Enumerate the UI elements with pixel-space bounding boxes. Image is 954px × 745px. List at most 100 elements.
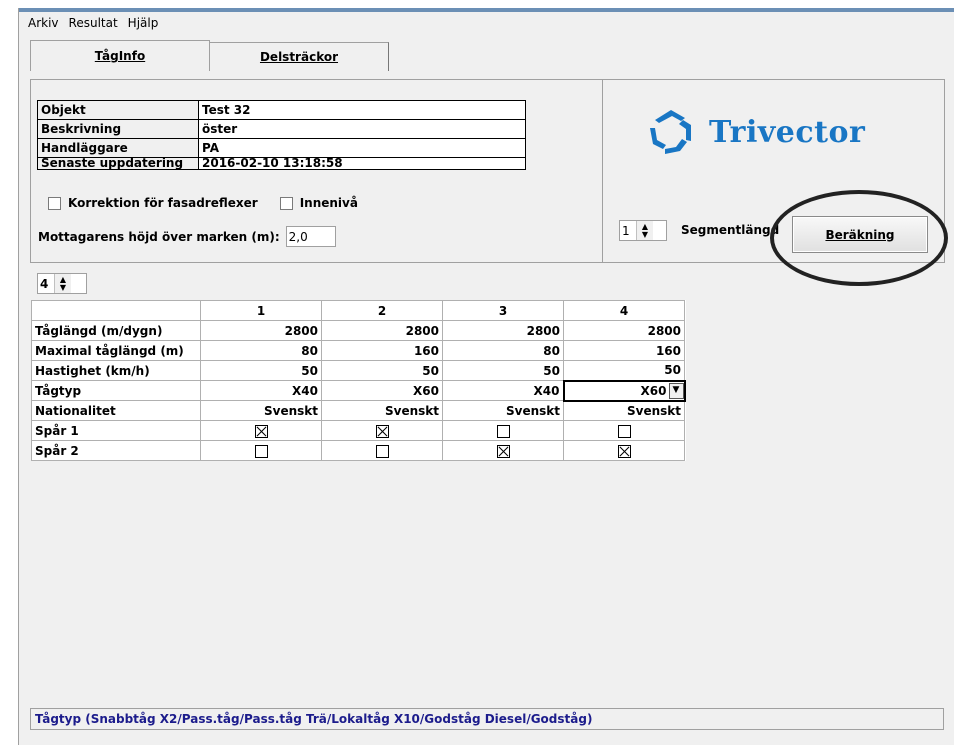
tab-taginfo-label: TågInfo <box>94 49 146 63</box>
grid-cell <box>442 420 564 441</box>
table-row: Spår 1 <box>31 420 685 441</box>
spin-arrows-icon[interactable]: ▲ ▼ <box>54 274 71 293</box>
grid-cell[interactable]: 2800 <box>321 320 443 341</box>
info-row: Handläggare PA <box>37 138 526 158</box>
train-count-value: 4 <box>40 277 49 291</box>
grid-cell <box>321 420 443 441</box>
tab-taginfo[interactable]: TågInfo <box>30 40 210 71</box>
column-header: 1 <box>200 300 322 321</box>
spar2-checkbox[interactable] <box>617 444 631 458</box>
objekt-field[interactable]: Test 32 <box>198 100 526 120</box>
grid-cell[interactable]: Svenskt <box>563 400 685 421</box>
row-header: Hastighet (km/h) <box>31 360 201 381</box>
row-header: Tåglängd (m/dygn) <box>31 320 201 341</box>
grid-cell[interactable]: 160 <box>563 340 685 361</box>
spar1-checkbox[interactable] <box>375 424 389 438</box>
info-label-objekt: Objekt <box>37 100 199 120</box>
height-row: Mottagarens höjd över marken (m): 2,0 <box>38 226 336 247</box>
status-text: Tågtyp (Snabbtåg X2/Pass.tåg/Pass.tåg Tr… <box>35 712 593 726</box>
spin-arrows-icon[interactable]: ▲ ▼ <box>636 221 653 240</box>
menu-hjalp[interactable]: Hjälp <box>123 16 164 30</box>
table-row: Maximal tåglängd (m) 80 160 80 160 <box>31 340 685 361</box>
beskrivning-field[interactable]: öster <box>198 119 526 139</box>
table-row: Tågtyp X40 X60 X40 X60 ▼ <box>31 379 686 402</box>
korrektion-label: Korrektion för fasadreflexer <box>68 196 258 210</box>
info-label-handlaggare: Handläggare <box>37 138 199 158</box>
dropdown-arrow-icon[interactable]: ▼ <box>668 382 684 399</box>
grid-cell[interactable]: Svenskt <box>200 400 322 421</box>
table-row: Nationalitet Svenskt Svenskt Svenskt Sve… <box>31 400 685 421</box>
column-header: 2 <box>321 300 443 321</box>
spar2-checkbox[interactable] <box>496 444 510 458</box>
uppdatering-field: 2016-02-10 13:18:58 <box>198 157 526 170</box>
select-wrapper: X60 ▼ <box>568 382 684 399</box>
info-row: Beskrivning öster <box>37 119 526 139</box>
row-header: Spår 1 <box>31 420 201 441</box>
grid-cell[interactable]: 50 <box>442 360 564 381</box>
grid-cell[interactable]: 50 <box>200 360 322 381</box>
calculate-button[interactable]: Beräkning <box>792 216 928 253</box>
trivector-logo: Trivector <box>645 107 865 157</box>
korrektion-checkbox[interactable] <box>48 196 61 210</box>
table-row: Tåglängd (m/dygn) 2800 2800 2800 2800 <box>31 320 685 341</box>
info-label-uppdatering: Senaste uppdatering <box>37 157 199 170</box>
tab-delstrackor[interactable]: Delsträckor <box>210 42 389 71</box>
grid-cell[interactable]: X40 <box>200 380 322 401</box>
grid-cell[interactable]: 80 <box>200 340 322 361</box>
spar2-checkbox[interactable] <box>375 444 389 458</box>
grid-cell <box>200 440 322 461</box>
grid-cell[interactable]: 80 <box>442 340 564 361</box>
grid-cell <box>563 420 685 441</box>
grid-corner <box>31 300 201 321</box>
grid-cell <box>321 440 443 461</box>
train-grid: 1 2 3 4 Tåglängd (m/dygn) 2800 2800 2800… <box>31 300 686 461</box>
grid-cell[interactable]: 50 <box>563 360 685 381</box>
grid-cell[interactable]: 50 <box>321 360 443 381</box>
grid-cell[interactable]: Svenskt <box>321 400 443 421</box>
menu-arkiv[interactable]: Arkiv <box>23 16 64 30</box>
tab-strip: TågInfo Delsträckor <box>30 40 389 72</box>
status-bar: Tågtyp (Snabbtåg X2/Pass.tåg/Pass.tåg Tr… <box>30 708 944 730</box>
segment-value: 1 <box>622 224 630 238</box>
grid-cell[interactable]: 160 <box>321 340 443 361</box>
grid-cell[interactable]: X40 <box>442 380 564 401</box>
grid-cell <box>200 420 322 441</box>
spar2-checkbox[interactable] <box>254 444 268 458</box>
column-header: 3 <box>442 300 564 321</box>
info-label-beskrivning: Beskrivning <box>37 119 199 139</box>
grid-cell[interactable]: 2800 <box>442 320 564 341</box>
menu-bar: Arkiv Resultat Hjälp <box>19 12 954 34</box>
column-header: 4 <box>563 300 685 321</box>
segment-spinner[interactable]: 1 ▲ ▼ <box>619 220 667 241</box>
row-header: Nationalitet <box>31 400 201 421</box>
row-header: Tågtyp <box>31 380 201 401</box>
info-row: Objekt Test 32 <box>37 100 526 120</box>
height-input[interactable]: 2,0 <box>285 226 336 247</box>
handlaggare-field[interactable]: PA <box>198 138 526 158</box>
grid-header-row: 1 2 3 4 <box>31 300 685 321</box>
grid-cell[interactable]: Svenskt <box>442 400 564 421</box>
logo-text: Trivector <box>709 114 866 150</box>
train-count-spinner[interactable]: 4 ▲ ▼ <box>37 273 87 294</box>
spar1-checkbox[interactable] <box>254 424 268 438</box>
tagtyp-select[interactable]: X60 ▼ <box>562 379 686 402</box>
segment-label: Segmentlängd <box>681 223 779 237</box>
table-row: Hastighet (km/h) 50 50 50 50 <box>31 360 685 381</box>
info-row: Senaste uppdatering 2016-02-10 13:18:58 <box>37 157 526 170</box>
innen-checkbox[interactable] <box>279 196 293 210</box>
info-table: Objekt Test 32 Beskrivning öster Handläg… <box>37 100 526 170</box>
calculate-button-label: Beräkning <box>825 227 895 242</box>
grid-cell[interactable]: 2800 <box>200 320 322 341</box>
spar1-checkbox[interactable] <box>617 424 631 438</box>
select-value: X60 <box>640 383 667 398</box>
grid-cell <box>563 440 685 461</box>
menu-resultat[interactable]: Resultat <box>64 16 123 30</box>
spar1-checkbox[interactable] <box>496 424 510 438</box>
tab-delstrackor-label: Delsträckor <box>259 50 339 64</box>
row-header: Maximal tåglängd (m) <box>31 340 201 361</box>
grid-cell[interactable]: 2800 <box>563 320 685 341</box>
grid-cell[interactable]: X60 <box>321 380 443 401</box>
trivector-arrows-icon <box>650 110 691 154</box>
innen-label: Innenivå <box>299 196 358 210</box>
options-row: Korrektion för fasadreflexer Innenivå <box>48 196 358 210</box>
